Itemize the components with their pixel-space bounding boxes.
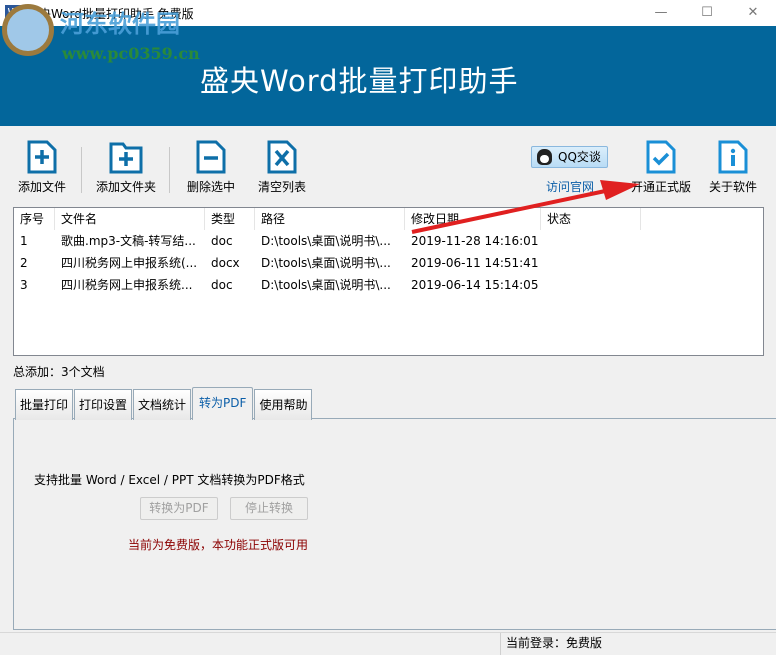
tab-panel-pdf: 支持批量 Word / Excel / PPT 文档转换为PDF格式 转换为PD… [13,418,776,630]
column-header[interactable]: 路径 [255,208,405,230]
column-header[interactable]: 类型 [205,208,255,230]
cell-index: 3 [20,278,28,292]
tab-doc-stats[interactable]: 文档统计 [133,389,192,420]
qq-chat-button[interactable]: QQ交谈 [531,146,608,168]
list-row[interactable]: 3 四川税务网上申报系统... doc D:\tools\桌面\说明书\... … [14,274,763,296]
column-header[interactable]: 文件名 [55,208,205,230]
cell-filename: 歌曲.mp3-文稿-转写结... [61,234,196,248]
cell-date: 2019-06-11 14:51:41 [411,256,539,270]
close-button[interactable]: ✕ [730,0,776,26]
cell-filename: 四川税务网上申报系统(... [61,256,198,270]
convert-pdf-button[interactable]: 转换为PDF [140,497,218,520]
column-header[interactable]: 修改日期 [405,208,541,230]
cell-date: 2019-06-14 15:14:05 [411,278,539,292]
cell-path: D:\tools\桌面\说明书\... [261,278,391,292]
tab-convert-pdf[interactable]: 转为PDF [192,387,254,420]
watermark-url: www.pc0359.cn [62,44,200,63]
toolbar-separator [169,147,170,193]
check-file-icon [646,140,676,174]
file-list[interactable]: 序号 文件名 类型 路径 修改日期 状态 1 歌曲.mp3-文稿-转写结... … [13,207,764,356]
pdf-description: 支持批量 Word / Excel / PPT 文档转换为PDF格式 [34,473,305,487]
visit-site-link[interactable]: 访问官网 [546,178,594,195]
cell-path: D:\tools\桌面\说明书\... [261,256,391,270]
cell-filename: 四川税务网上申报系统... [61,278,193,292]
list-row[interactable]: 1 歌曲.mp3-文稿-转写结... doc D:\tools\桌面\说明书\.… [14,230,763,252]
upgrade-label: 开通正式版 [630,180,691,194]
watermark-text: 河东软件园 [60,9,180,38]
add-file-label: 添加文件 [17,180,66,194]
tab-print-settings[interactable]: 打印设置 [74,389,133,420]
cell-index: 1 [20,234,28,248]
status-bar: 当前登录：免费版 [0,632,776,655]
cell-index: 2 [20,256,28,270]
column-header[interactable]: 序号 [14,208,55,230]
delete-selected-label: 删除选中 [186,180,235,194]
add-folder-button[interactable]: 添加文件夹 [94,140,158,195]
clear-file-icon [267,140,297,174]
minimize-button[interactable]: — [638,0,684,26]
summary-text: 总添加：3个文档 [13,365,105,379]
cell-type: doc [211,234,233,248]
upgrade-button[interactable]: 开通正式版 [628,140,694,195]
add-folder-icon [109,142,143,174]
column-header[interactable]: 状态 [541,208,641,230]
watermark-logo [2,4,54,56]
cell-date: 2019-11-28 14:16:01 [411,234,539,248]
cell-type: docx [211,256,240,270]
add-file-button[interactable]: 添加文件 [16,140,68,195]
clear-list-label: 清空列表 [257,180,306,194]
remove-file-icon [196,140,226,174]
login-status: 当前登录：免费版 [500,633,602,655]
list-row[interactable]: 2 四川税务网上申报系统(... docx D:\tools\桌面\说明书\..… [14,252,763,274]
banner-title: 盛央Word批量打印助手 [200,64,519,98]
delete-selected-button[interactable]: 删除选中 [184,140,238,195]
maximize-button[interactable]: ☐ [684,0,730,26]
stop-convert-button[interactable]: 停止转换 [230,497,308,520]
tab-help[interactable]: 使用帮助 [254,389,313,420]
tab-batch-print[interactable]: 批量打印 [15,389,74,420]
qq-penguin-icon [537,149,552,165]
info-icon [718,140,748,174]
add-folder-label: 添加文件夹 [95,180,156,194]
about-label: 关于软件 [708,180,757,194]
list-header: 序号 文件名 类型 路径 修改日期 状态 [14,208,763,230]
qq-chat-label: QQ交谈 [558,150,601,164]
add-file-icon [27,140,57,174]
free-version-notice: 当前为免费版，本功能正式版可用 [128,538,309,552]
tab-bar: 批量打印 打印设置 文档统计 转为PDF 使用帮助 [15,387,313,420]
cell-type: doc [211,278,233,292]
about-button[interactable]: 关于软件 [706,140,760,195]
clear-list-button[interactable]: 清空列表 [256,140,308,195]
cell-path: D:\tools\桌面\说明书\... [261,234,391,248]
toolbar-separator [81,147,82,193]
banner: 盛央Word批量打印助手 [0,26,776,126]
